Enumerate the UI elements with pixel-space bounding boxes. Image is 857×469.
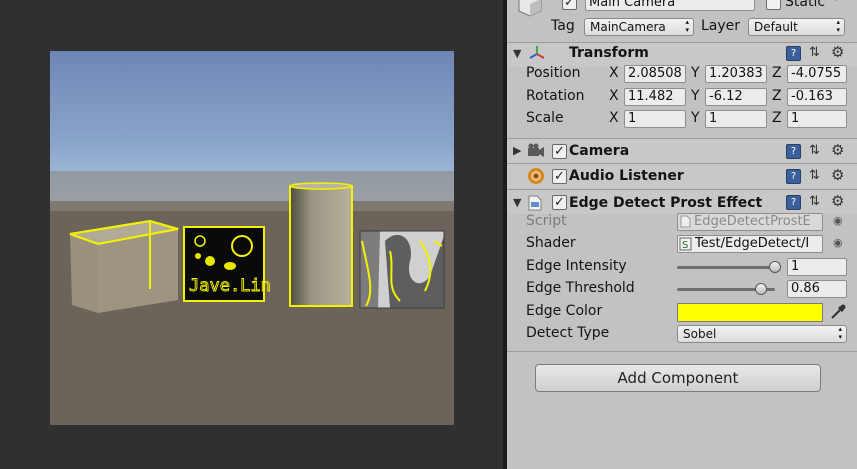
script-asset-icon bbox=[680, 215, 691, 228]
object-name-field[interactable]: Main Camera bbox=[585, 0, 755, 11]
help-icon[interactable]: ? bbox=[786, 169, 801, 184]
shader-asset-icon: S bbox=[679, 237, 692, 251]
position-y-field[interactable]: 1.20383 bbox=[705, 65, 767, 83]
edge-intensity-slider[interactable] bbox=[677, 266, 775, 269]
edge-detect-foldout-arrow-icon[interactable]: ▼ bbox=[513, 196, 521, 209]
script-label: Script bbox=[526, 213, 567, 229]
script-field[interactable]: EdgeDetectProstE bbox=[677, 213, 823, 231]
help-icon[interactable]: ? bbox=[786, 46, 801, 61]
position-x-label[interactable]: X bbox=[609, 65, 619, 81]
add-component-button[interactable]: Add Component bbox=[535, 364, 821, 392]
textured-cube-object: Jave.Lin bbox=[183, 226, 271, 302]
static-label: Static bbox=[785, 0, 826, 10]
script-picker-icon[interactable]: ◉ bbox=[833, 214, 843, 227]
scale-y-field[interactable]: 1 bbox=[705, 110, 767, 128]
camera-enabled-checkbox[interactable]: ✓ bbox=[552, 144, 567, 159]
inspector-panel: ✓ Main Camera Static ▾ Tag MainCamera La… bbox=[507, 0, 857, 469]
svg-text:S: S bbox=[682, 240, 688, 251]
preset-icon[interactable]: ⇅ bbox=[809, 194, 820, 209]
position-x-field[interactable]: 2.08508 bbox=[624, 65, 686, 83]
help-icon[interactable]: ? bbox=[786, 144, 801, 159]
game-render-frame: Jave.Lin bbox=[50, 51, 454, 425]
gear-icon[interactable]: ⚙ bbox=[831, 43, 844, 61]
tag-label: Tag bbox=[551, 18, 575, 34]
rotation-y-field[interactable]: -6.12 bbox=[705, 88, 767, 106]
edge-detect-title: Edge Detect Prost Effect bbox=[569, 195, 763, 211]
help-icon[interactable]: ? bbox=[786, 195, 801, 210]
cylinder-object bbox=[289, 182, 353, 307]
scale-z-field[interactable]: 1 bbox=[787, 110, 847, 128]
rotation-label: Rotation bbox=[526, 88, 585, 104]
shader-field[interactable]: Test/EdgeDetect/I bbox=[677, 235, 823, 253]
detect-type-label: Detect Type bbox=[526, 325, 610, 341]
gear-icon[interactable]: ⚙ bbox=[831, 141, 844, 159]
camera-foldout-arrow-icon[interactable]: ▶ bbox=[513, 144, 521, 157]
transform-axes-icon bbox=[529, 45, 545, 61]
static-checkbox[interactable] bbox=[766, 0, 781, 10]
gear-icon[interactable]: ⚙ bbox=[831, 192, 844, 210]
image-quad-object bbox=[359, 230, 445, 309]
transform-foldout-arrow-icon[interactable]: ▼ bbox=[513, 47, 521, 60]
object-active-checkbox[interactable]: ✓ bbox=[562, 0, 577, 10]
edge-detect-enabled-checkbox[interactable]: ✓ bbox=[552, 195, 567, 210]
cube-object bbox=[69, 219, 179, 313]
position-y-label[interactable]: Y bbox=[691, 65, 700, 81]
edge-color-swatch[interactable] bbox=[677, 303, 823, 322]
edge-threshold-label: Edge Threshold bbox=[526, 280, 635, 296]
layer-label: Layer bbox=[701, 18, 741, 34]
transform-header[interactable] bbox=[507, 43, 857, 67]
preset-icon[interactable]: ⇅ bbox=[809, 168, 820, 183]
detect-type-dropdown[interactable]: Sobel bbox=[677, 325, 847, 343]
position-z-label[interactable]: Z bbox=[772, 65, 782, 81]
static-dropdown-arrow-icon[interactable]: ▾ bbox=[833, 0, 839, 4]
scale-x-label[interactable]: X bbox=[609, 110, 619, 126]
rotation-z-field[interactable]: -0.163 bbox=[787, 88, 847, 106]
rotation-x-label[interactable]: X bbox=[609, 88, 619, 104]
eyedropper-icon[interactable] bbox=[829, 303, 847, 321]
rotation-z-label[interactable]: Z bbox=[772, 88, 782, 104]
rotation-y-label[interactable]: Y bbox=[691, 88, 700, 104]
horizon-haze bbox=[50, 171, 454, 211]
edge-intensity-slider-thumb[interactable] bbox=[769, 261, 781, 273]
camera-icon bbox=[527, 143, 544, 159]
audio-listener-title: Audio Listener bbox=[569, 168, 684, 184]
audio-listener-icon bbox=[527, 167, 544, 184]
scale-x-field[interactable]: 1 bbox=[624, 110, 686, 128]
edge-color-label: Edge Color bbox=[526, 303, 603, 319]
edge-threshold-slider-thumb[interactable] bbox=[755, 283, 768, 295]
game-view: Jave.Lin bbox=[0, 0, 503, 469]
tag-dropdown[interactable]: MainCamera bbox=[584, 18, 694, 36]
transform-title: Transform bbox=[569, 45, 649, 61]
shader-picker-icon[interactable]: ◉ bbox=[833, 236, 843, 249]
rotation-x-field[interactable]: 11.482 bbox=[624, 88, 686, 106]
scale-z-label[interactable]: Z bbox=[772, 110, 782, 126]
texture-text: Jave.Lin bbox=[189, 276, 271, 296]
audio-listener-enabled-checkbox[interactable]: ✓ bbox=[552, 169, 567, 184]
scale-y-label[interactable]: Y bbox=[691, 110, 700, 126]
scale-label: Scale bbox=[526, 110, 564, 126]
preset-icon[interactable]: ⇅ bbox=[809, 143, 820, 158]
shader-label: Shader bbox=[526, 235, 576, 251]
gear-icon[interactable]: ⚙ bbox=[831, 166, 844, 184]
edge-intensity-field[interactable]: 1 bbox=[787, 258, 847, 276]
layer-dropdown[interactable]: Default bbox=[748, 18, 845, 36]
script-file-icon bbox=[528, 195, 544, 211]
edge-intensity-label: Edge Intensity bbox=[526, 258, 627, 274]
edge-threshold-field[interactable]: 0.86 bbox=[787, 280, 847, 298]
position-label: Position bbox=[526, 65, 581, 81]
gameobject-icon bbox=[517, 0, 543, 18]
camera-title: Camera bbox=[569, 143, 630, 159]
preset-icon[interactable]: ⇅ bbox=[809, 45, 820, 60]
scene-render: Jave.Lin bbox=[50, 171, 454, 425]
position-z-field[interactable]: -4.0755 bbox=[787, 65, 847, 83]
